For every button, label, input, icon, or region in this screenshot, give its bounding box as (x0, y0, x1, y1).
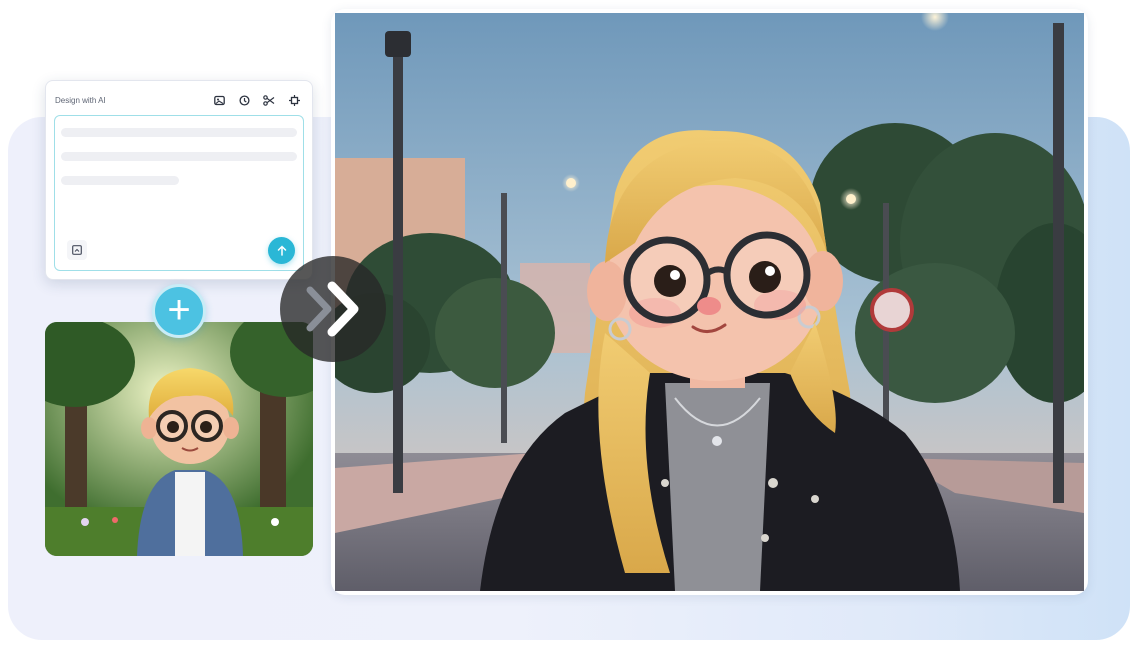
source-image (45, 322, 313, 556)
generated-image-frame (331, 9, 1088, 595)
card-title: Design with AI (55, 96, 106, 105)
image-icon[interactable] (212, 93, 226, 107)
scissors-icon[interactable] (262, 93, 276, 107)
plus-icon: + (152, 284, 206, 338)
placeholder-line (61, 152, 297, 161)
generated-image (335, 13, 1084, 591)
placeholder-line (61, 176, 179, 185)
prompt-input[interactable] (54, 115, 304, 271)
placeholder-line (61, 128, 297, 137)
history-icon[interactable] (237, 93, 251, 107)
image-upload-icon[interactable] (67, 240, 87, 260)
crop-icon[interactable] (287, 93, 301, 107)
double-chevron-right-icon (280, 256, 386, 362)
design-with-ai-card: Design with AI (45, 80, 313, 280)
